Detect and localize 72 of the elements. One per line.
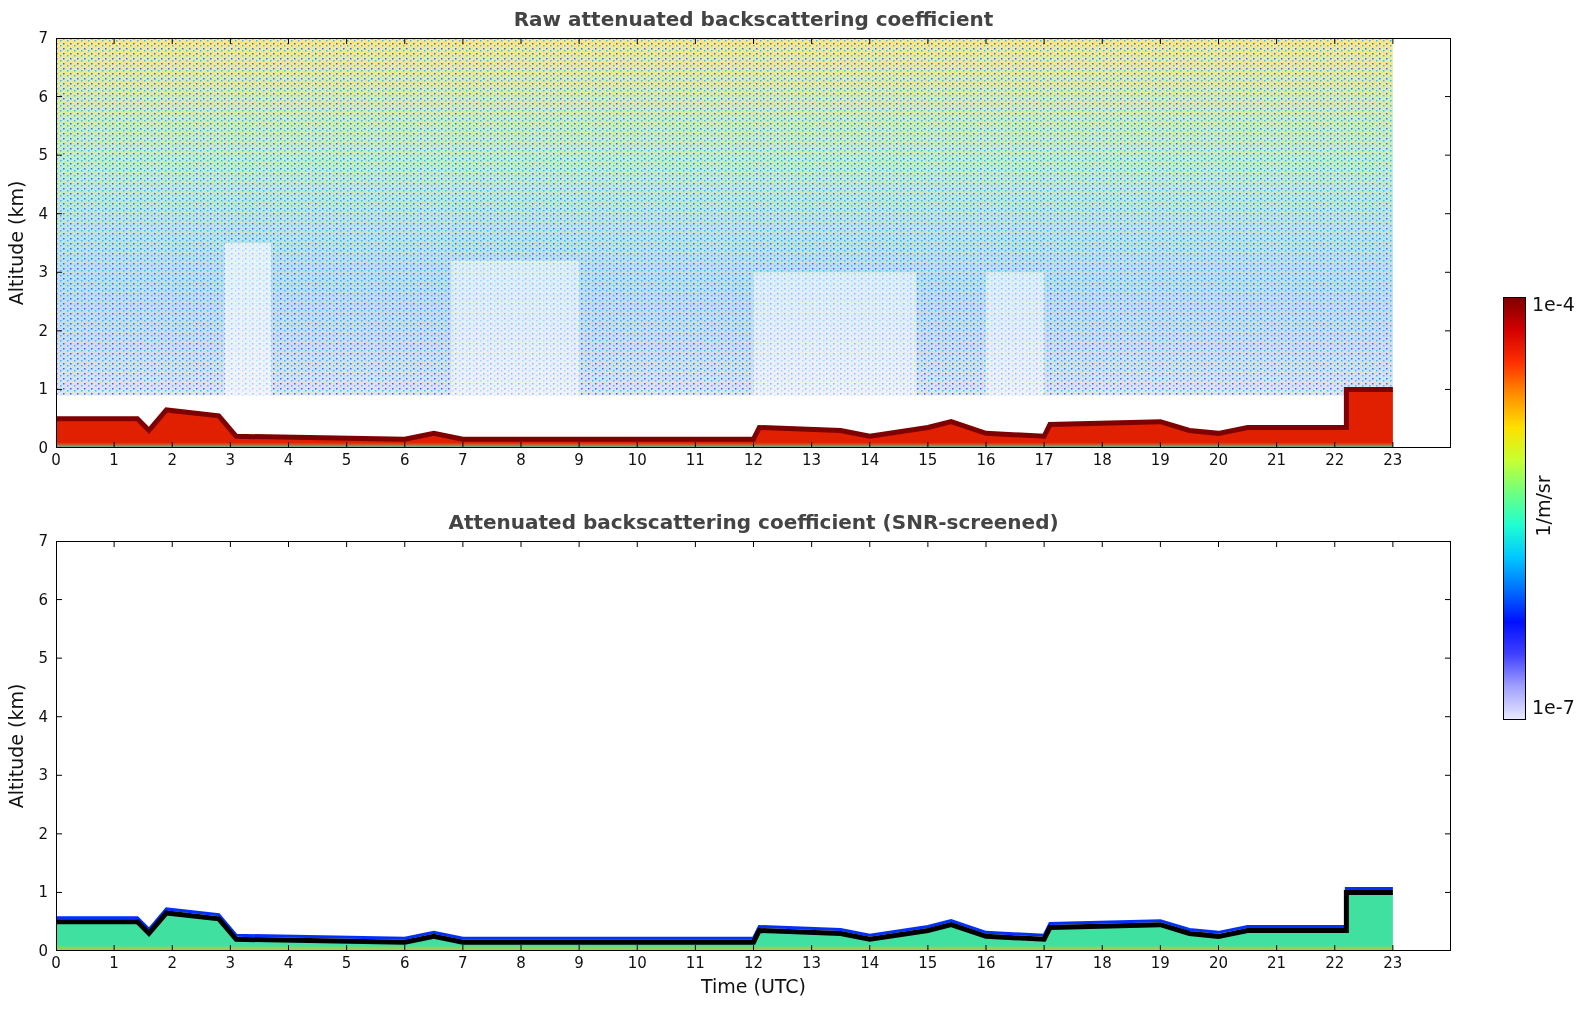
tick-label: 16 (976, 451, 996, 469)
tick-label: 8 (516, 451, 526, 469)
tick-label: 19 (1150, 954, 1170, 972)
tick-label: 4 (37, 204, 48, 223)
tick-label: 1 (37, 380, 48, 399)
tick-label: 12 (743, 954, 764, 972)
tick-label: 7 (458, 954, 468, 972)
tick-label: 8 (516, 954, 526, 972)
tick-label: 0 (37, 438, 48, 457)
tick-label: 6 (400, 954, 410, 972)
tick-label: 3 (225, 954, 236, 972)
tick-label: 0 (51, 954, 61, 972)
tick-label: 6 (37, 590, 48, 609)
tick-label: 20 (1208, 451, 1229, 469)
tick-label: 0 (37, 941, 48, 960)
tick-label: 1 (109, 954, 119, 972)
tick-label: 15 (918, 451, 938, 469)
tick-label: 0 (51, 451, 61, 469)
tick-label: 3 (37, 766, 48, 785)
tick-label: 10 (627, 954, 647, 972)
tick-label: 11 (685, 451, 705, 469)
tick-label: 13 (802, 954, 822, 972)
axis-label: Time (UTC) (701, 975, 806, 997)
tick-label: 2 (37, 824, 48, 843)
colorbar-label: 1e-7 (1532, 696, 1575, 718)
chart-title: Attenuated backscattering coefficient (SNR-screened) (448, 510, 1059, 534)
tick-label: 20 (1208, 954, 1229, 972)
tick-label: 6 (37, 87, 48, 106)
colorbar-unit: 1/m/sr (1532, 474, 1554, 537)
tick-label: 17 (1034, 451, 1054, 469)
tick-label: 14 (860, 954, 880, 972)
tick-label: 18 (1092, 954, 1112, 972)
tick-label: 21 (1267, 954, 1287, 972)
tick-label: 22 (1325, 954, 1345, 972)
tick-label: 2 (167, 451, 177, 469)
tick-label: 21 (1267, 451, 1287, 469)
tick-label: 12 (743, 451, 764, 469)
tick-label: 7 (37, 29, 48, 47)
tick-label: 6 (400, 451, 410, 469)
tick-label: 18 (1092, 451, 1112, 469)
tick-label: 3 (225, 451, 236, 469)
tick-label: 9 (574, 451, 584, 469)
tick-label: 15 (918, 954, 938, 972)
tick-label: 1 (109, 451, 119, 469)
tick-label: 4 (283, 451, 294, 469)
tick-label: 7 (37, 532, 48, 550)
tick-label: 19 (1150, 451, 1170, 469)
tick-label: 3 (37, 263, 48, 282)
tick-label: 11 (685, 954, 705, 972)
tick-label: 14 (860, 451, 880, 469)
tick-label: 4 (283, 954, 294, 972)
tick-label: 5 (37, 146, 48, 165)
tick-label: 1 (37, 883, 48, 902)
tick-label: 5 (341, 451, 352, 469)
tick-label: 2 (37, 321, 48, 340)
axis-label: Altitude (km) (5, 180, 27, 306)
tick-label: 9 (574, 954, 584, 972)
tick-label: 23 (1383, 451, 1403, 469)
tick-label: 2 (167, 954, 177, 972)
tick-label: 17 (1034, 954, 1054, 972)
tick-label: 7 (458, 451, 468, 469)
tick-label: 5 (37, 649, 48, 668)
chart-title: Raw attenuated backscattering coefficient (513, 7, 994, 31)
tick-label: 4 (37, 707, 48, 726)
tick-label: 5 (341, 954, 352, 972)
tick-label: 23 (1383, 954, 1403, 972)
tick-label: 22 (1325, 451, 1345, 469)
axis-label: Altitude (km) (5, 683, 27, 809)
colorbar-label: 1e-4 (1532, 293, 1575, 315)
tick-label: 16 (976, 954, 996, 972)
tick-label: 13 (802, 451, 822, 469)
tick-label: 10 (627, 451, 647, 469)
